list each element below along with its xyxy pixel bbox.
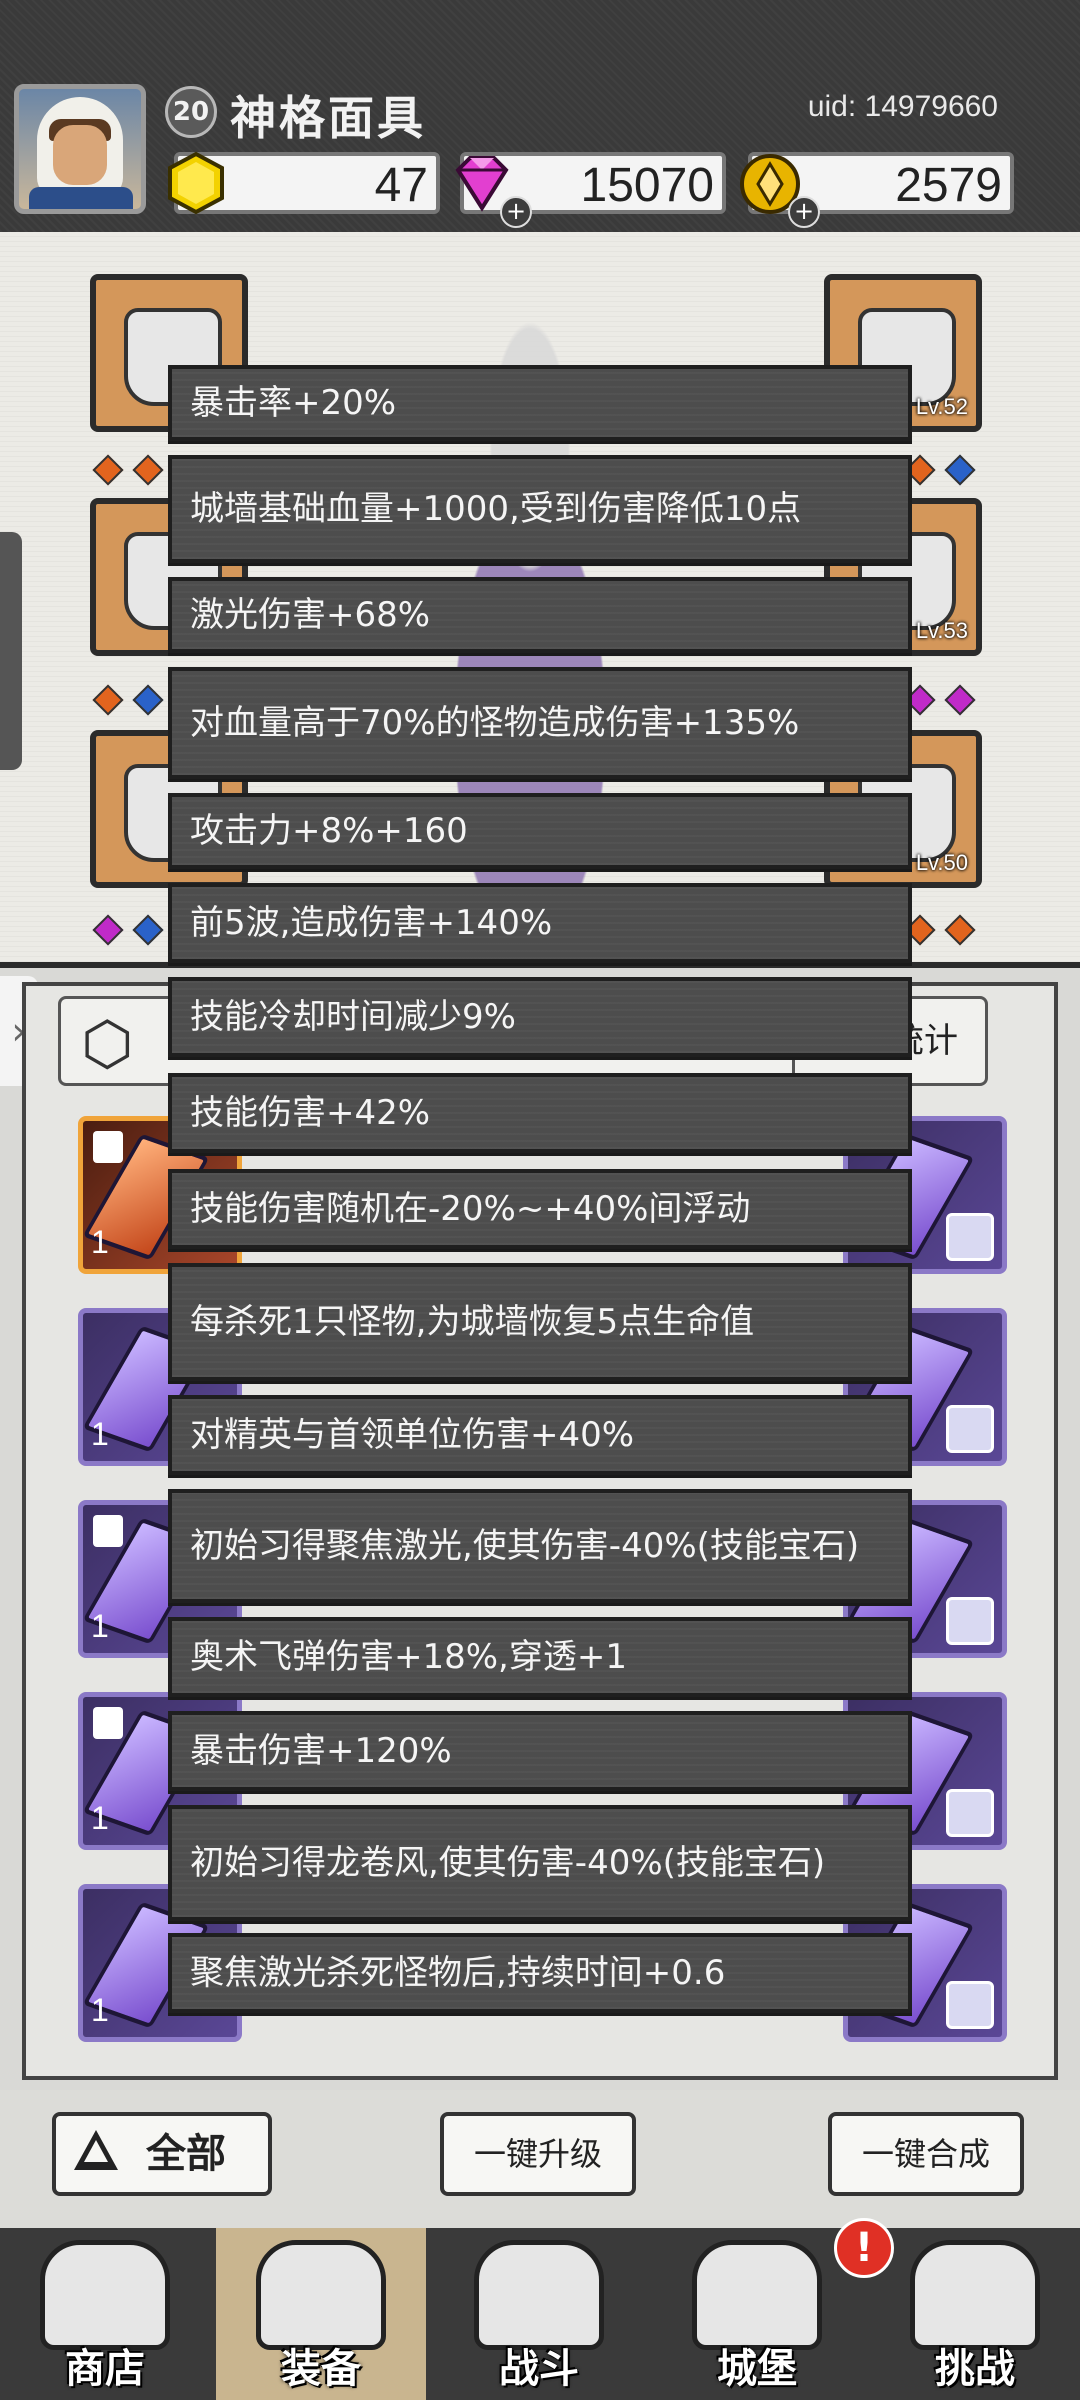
- nav-castle-label: 城堡: [717, 2346, 797, 2392]
- affix-tooltip: 对精英与首领单位伤害+40%: [168, 1395, 912, 1475]
- coin-amount: 2579: [895, 159, 1002, 212]
- affix-tooltip: 攻击力+8%+160: [168, 793, 912, 869]
- filter-all-button[interactable]: 全部: [52, 2112, 272, 2196]
- player-avatar[interactable]: [14, 84, 146, 214]
- lock-icon: [93, 1515, 123, 1547]
- gold-hexagon-icon: [168, 151, 224, 215]
- gem-sockets: [88, 914, 168, 946]
- nav-castle[interactable]: 城堡: [652, 2228, 862, 2400]
- affix-tooltip: 对血量高于70%的怪物造成伤害+135%: [168, 667, 912, 779]
- backpack-icon: [256, 2240, 386, 2350]
- side-tab[interactable]: [0, 532, 22, 770]
- lock-icon: [93, 1707, 123, 1739]
- affix-tooltip: 每杀死1只怪物,为城墙恢复5点生命值: [168, 1263, 912, 1381]
- castle-icon: [692, 2240, 822, 2350]
- affix-tooltip: 暴击伤害+120%: [168, 1711, 912, 1791]
- gem-blue-icon: [132, 914, 164, 946]
- gem-blue-icon: [944, 454, 976, 486]
- gem-resource[interactable]: + 15070: [455, 152, 726, 228]
- avatar-face: [53, 125, 107, 185]
- nav-battle[interactable]: 战斗: [434, 2228, 644, 2400]
- nav-battle-label: 战斗: [499, 2346, 579, 2392]
- weapon-level: Lv.52: [915, 394, 968, 419]
- gem-purple-icon: [92, 914, 124, 946]
- filter-all-label: 全部: [146, 2131, 226, 2177]
- boots-tag-icon: [946, 1405, 994, 1453]
- nav-challenge-label: 挑战: [935, 2346, 1015, 2392]
- crossed-swords-icon: [474, 2240, 604, 2350]
- affix-tooltip: 激光伤害+68%: [168, 577, 912, 653]
- affix-tooltip: 前5波,造成伤害+140%: [168, 883, 912, 963]
- gem-sockets: [88, 454, 168, 486]
- shield-icon: [910, 2240, 1040, 2350]
- nav-equipment-label: 装备: [281, 2346, 361, 2392]
- card-quantity: 1: [91, 1608, 109, 1644]
- one-click-merge-button[interactable]: 一键合成: [828, 2112, 1024, 2196]
- coin-resource[interactable]: + 2579: [740, 152, 1014, 228]
- affix-tooltip: 技能冷却时间减少9%: [168, 977, 912, 1057]
- gem-orange-icon: [944, 914, 976, 946]
- weapon-tag-icon: [946, 1597, 994, 1645]
- add-gems-icon[interactable]: +: [500, 196, 532, 228]
- triangle-filter-icon: [74, 2130, 118, 2170]
- gem-orange-icon: [92, 684, 124, 716]
- lock-icon: [93, 1131, 123, 1163]
- notification-alert-icon: !: [834, 2218, 894, 2278]
- affix-tooltip: 奥术飞弹伤害+18%,穿透+1: [168, 1617, 912, 1697]
- gem-orange-icon: [92, 454, 124, 486]
- player-level-badge: 20: [165, 86, 217, 138]
- nav-shop-label: 商店: [65, 2346, 145, 2392]
- player-name: 神格面具: [230, 91, 426, 145]
- helmet-tag-icon: [946, 1789, 994, 1837]
- card-quantity: 1: [91, 1224, 109, 1260]
- necklace-level: Lv.50: [915, 850, 968, 875]
- shop-icon: [40, 2240, 170, 2350]
- necklace-tag-icon: [946, 1981, 994, 2029]
- bottom-nav: 商店 装备 战斗 城堡 挑战: [0, 2228, 1080, 2400]
- crystal-icon[interactable]: ⬡: [81, 1009, 133, 1079]
- nav-shop[interactable]: 商店: [0, 2228, 210, 2400]
- gem-orange-icon: [132, 454, 164, 486]
- gem-purple-icon: [944, 684, 976, 716]
- gem-amount: 15070: [580, 159, 714, 212]
- avatar-body: [29, 187, 133, 209]
- one-click-upgrade-button[interactable]: 一键升级: [440, 2112, 636, 2196]
- action-bar: 全部 一键升级 一键合成: [0, 2090, 1080, 2230]
- top-bar: 20 神格面具 uid: 14979660 47 + 15070 + 2579: [0, 0, 1080, 232]
- gold-amount: 47: [374, 159, 428, 212]
- card-quantity: 1: [91, 1992, 109, 2028]
- affix-tooltip: 技能伤害+42%: [168, 1073, 912, 1153]
- gold-resource: 47: [168, 151, 440, 215]
- nav-equipment[interactable]: 装备: [216, 2228, 426, 2400]
- card-quantity: 1: [91, 1416, 109, 1452]
- affix-tooltip: 初始习得龙卷风,使其伤害-40%(技能宝石): [168, 1805, 912, 1921]
- gem-blue-icon: [132, 684, 164, 716]
- affix-tooltip: 初始习得聚焦激光,使其伤害-40%(技能宝石): [168, 1489, 912, 1603]
- card-quantity: 1: [91, 1800, 109, 1836]
- gloves-level: Lv.53: [915, 618, 968, 643]
- affix-tooltip: 聚焦激光杀死怪物后,持续时间+0.6: [168, 1933, 912, 2013]
- nav-challenge[interactable]: 挑战: [870, 2228, 1080, 2400]
- app-root: 20 神格面具 uid: 14979660 47 + 15070 + 2579 …: [0, 0, 1080, 2400]
- gem-sockets: [88, 684, 168, 716]
- ring-icon: [946, 1213, 994, 1261]
- add-coins-icon[interactable]: +: [788, 196, 820, 228]
- affix-tooltip-list[interactable]: 暴击率+20% 城墙基础血量+1000,受到伤害降低10点 激光伤害+68% 对…: [160, 365, 920, 2072]
- affix-tooltip: 暴击率+20%: [168, 365, 912, 441]
- affix-tooltip: 技能伤害随机在-20%~+40%间浮动: [168, 1169, 912, 1249]
- affix-tooltip: 城墙基础血量+1000,受到伤害降低10点: [168, 455, 912, 563]
- player-uid: uid: 14979660: [807, 90, 998, 123]
